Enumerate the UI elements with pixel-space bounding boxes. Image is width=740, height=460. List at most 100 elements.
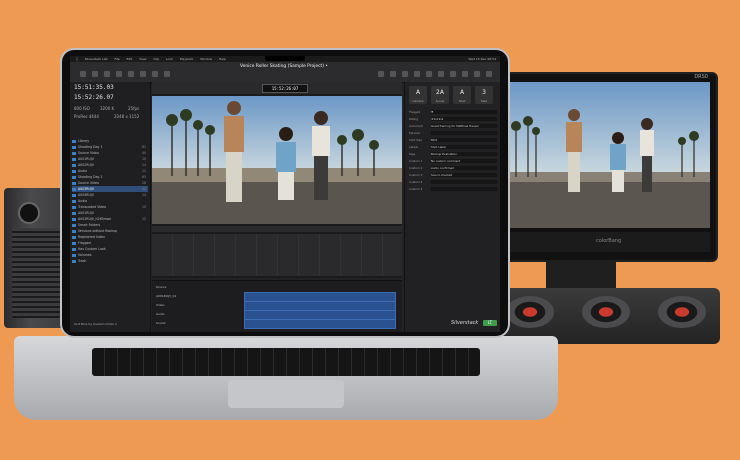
export-icon[interactable] — [116, 71, 122, 77]
folder-icon — [72, 175, 76, 179]
trackball-lift[interactable] — [506, 296, 554, 328]
menu-window[interactable]: Window — [200, 57, 212, 61]
menu-view[interactable]: View — [139, 57, 146, 61]
tile-shot-label: Shot — [458, 99, 466, 103]
inspector-field-value[interactable] — [431, 187, 497, 191]
project-title: Venice Roller Skating (Sample Project) • — [240, 64, 328, 69]
menu-file[interactable]: File — [115, 57, 120, 61]
menu-clip[interactable]: Clip — [153, 57, 159, 61]
transcode-icon[interactable] — [128, 71, 134, 77]
tile-shot[interactable]: A Shot — [453, 86, 471, 104]
viewer-frame — [152, 96, 402, 224]
filmstrip[interactable] — [152, 234, 402, 276]
folder-icon — [72, 217, 76, 221]
inspector-field-label: Tags — [409, 152, 416, 156]
audio-icon[interactable] — [438, 71, 444, 77]
folder-icon — [72, 229, 76, 233]
folder-icon — [72, 181, 76, 185]
library-tree-label: Volumes — [78, 253, 92, 257]
metadata-icon[interactable] — [414, 71, 420, 77]
inspector-field-value[interactable]: ★★★★★ — [431, 117, 497, 121]
report-icon[interactable] — [104, 71, 110, 77]
search-icon[interactable] — [486, 71, 492, 77]
viewer-bar: 15:52:26:07 — [152, 82, 402, 94]
tile-scene-value: 2A — [436, 89, 444, 96]
track-clip: A001RUJV_01 — [156, 294, 177, 298]
library-tree-item[interactable]: Trash — [72, 258, 148, 264]
tile-camera[interactable]: A Camera — [409, 86, 427, 104]
inspector-field-value[interactable]: Backup Evaluation — [431, 152, 497, 156]
track-video: Video — [156, 303, 165, 307]
color-icon[interactable] — [426, 71, 432, 77]
library-tree-label: Shooting Day 2 — [78, 175, 103, 179]
view-grid-icon[interactable] — [378, 71, 384, 77]
tile-scene-label: Scene — [435, 99, 445, 103]
folder-icon — [72, 193, 76, 197]
version-badge: LT — [483, 320, 497, 326]
library-tree-label: Shooting Day 1 — [78, 145, 103, 149]
upload-icon[interactable] — [152, 71, 158, 77]
folder-icon — [72, 163, 76, 167]
inspector-field-label: Custom 3 — [409, 173, 423, 177]
library-tree-label: Source Video — [78, 181, 99, 185]
codec-value: ProRes 4444 — [74, 114, 99, 119]
laptop-trackpad[interactable] — [228, 380, 344, 408]
folder-icon — [72, 247, 76, 251]
inspector-field-value[interactable]: Great framing for Matthias Hausel — [431, 124, 497, 128]
trackball-gain[interactable] — [658, 296, 706, 328]
view-split-icon[interactable] — [402, 71, 408, 77]
inspector-field-label: Comment — [409, 124, 423, 128]
add-media-icon[interactable] — [80, 71, 86, 77]
inspector-field-label: Custom 1 — [409, 159, 423, 163]
monitor-screen — [506, 82, 710, 228]
library-tree-label: Versions without Backup — [78, 229, 118, 233]
library-tree-label: A001RUJV — [78, 211, 94, 215]
apple-icon[interactable]:  — [76, 57, 78, 61]
tile-scene[interactable]: 2A Scene — [431, 86, 449, 104]
dashboard-icon[interactable] — [462, 71, 468, 77]
silverstack-logo: Silverstack — [451, 320, 479, 326]
inspector-field-label: Flagged — [409, 110, 421, 114]
folder-icon — [72, 253, 76, 257]
activity-icon[interactable] — [474, 71, 480, 77]
iso-value: 800 ISO — [74, 106, 90, 111]
menu-lock[interactable]: Lock — [166, 57, 173, 61]
view-list-icon[interactable] — [390, 71, 396, 77]
playback-controls[interactable] — [152, 226, 402, 232]
inspector-field: Custom 2 Audio confirmed — [409, 166, 497, 170]
inspector-field-label: Rating — [409, 117, 419, 121]
inspector-field-label: Custom 4 — [409, 180, 423, 184]
folder-icon — [72, 205, 76, 209]
inspector-field-label: Custom 5 — [409, 187, 423, 191]
offload-icon[interactable] — [92, 71, 98, 77]
storage-tower — [4, 188, 70, 328]
tile-take[interactable]: 3 Take — [475, 86, 493, 104]
fps-value: 25fps — [128, 106, 140, 111]
track-source: Source — [156, 285, 167, 289]
inspector-field: Custom 4 — [409, 180, 497, 184]
inspector-field-value[interactable]: ⚑ — [431, 110, 497, 114]
sort-bins-menu[interactable]: Sort Bins by Custom Order ∨ — [74, 322, 117, 326]
inspector-field: Custom 1 No custom comment — [409, 159, 497, 163]
inspector-field-value[interactable]: Shot Label — [431, 145, 497, 149]
inspector-field-value[interactable]: No custom comment — [431, 159, 497, 163]
inspector-field-value[interactable]: Sound checked — [431, 173, 497, 177]
inspector-field-value[interactable]: MCS — [431, 138, 497, 142]
track-audio: Audio — [156, 312, 165, 316]
library-tree-label: Has Custom Look — [78, 247, 106, 251]
library-tree-label: Registered Index — [78, 235, 105, 239]
silverstack-app-window:  Silverstack Lab File Edit View Clip Lo… — [70, 56, 500, 332]
trackball-gamma[interactable] — [582, 296, 630, 328]
menu-edit[interactable]: Edit — [127, 57, 133, 61]
inspector-field-value[interactable] — [431, 180, 497, 184]
timecode-main: 15:51:35.03 — [74, 84, 114, 91]
menu-help[interactable]: Help — [219, 57, 226, 61]
menu-app[interactable]: Silverstack Lab — [85, 57, 108, 61]
inspector-icon[interactable] — [450, 71, 456, 77]
share-icon[interactable] — [140, 71, 146, 77]
inspector-field-value[interactable]: Audio confirmed — [431, 166, 497, 170]
timeline-clip-audio-3[interactable] — [244, 319, 396, 329]
inspector-field-value[interactable] — [431, 131, 497, 135]
frame-icon[interactable] — [164, 71, 170, 77]
menu-playback[interactable]: Playback — [180, 57, 193, 61]
